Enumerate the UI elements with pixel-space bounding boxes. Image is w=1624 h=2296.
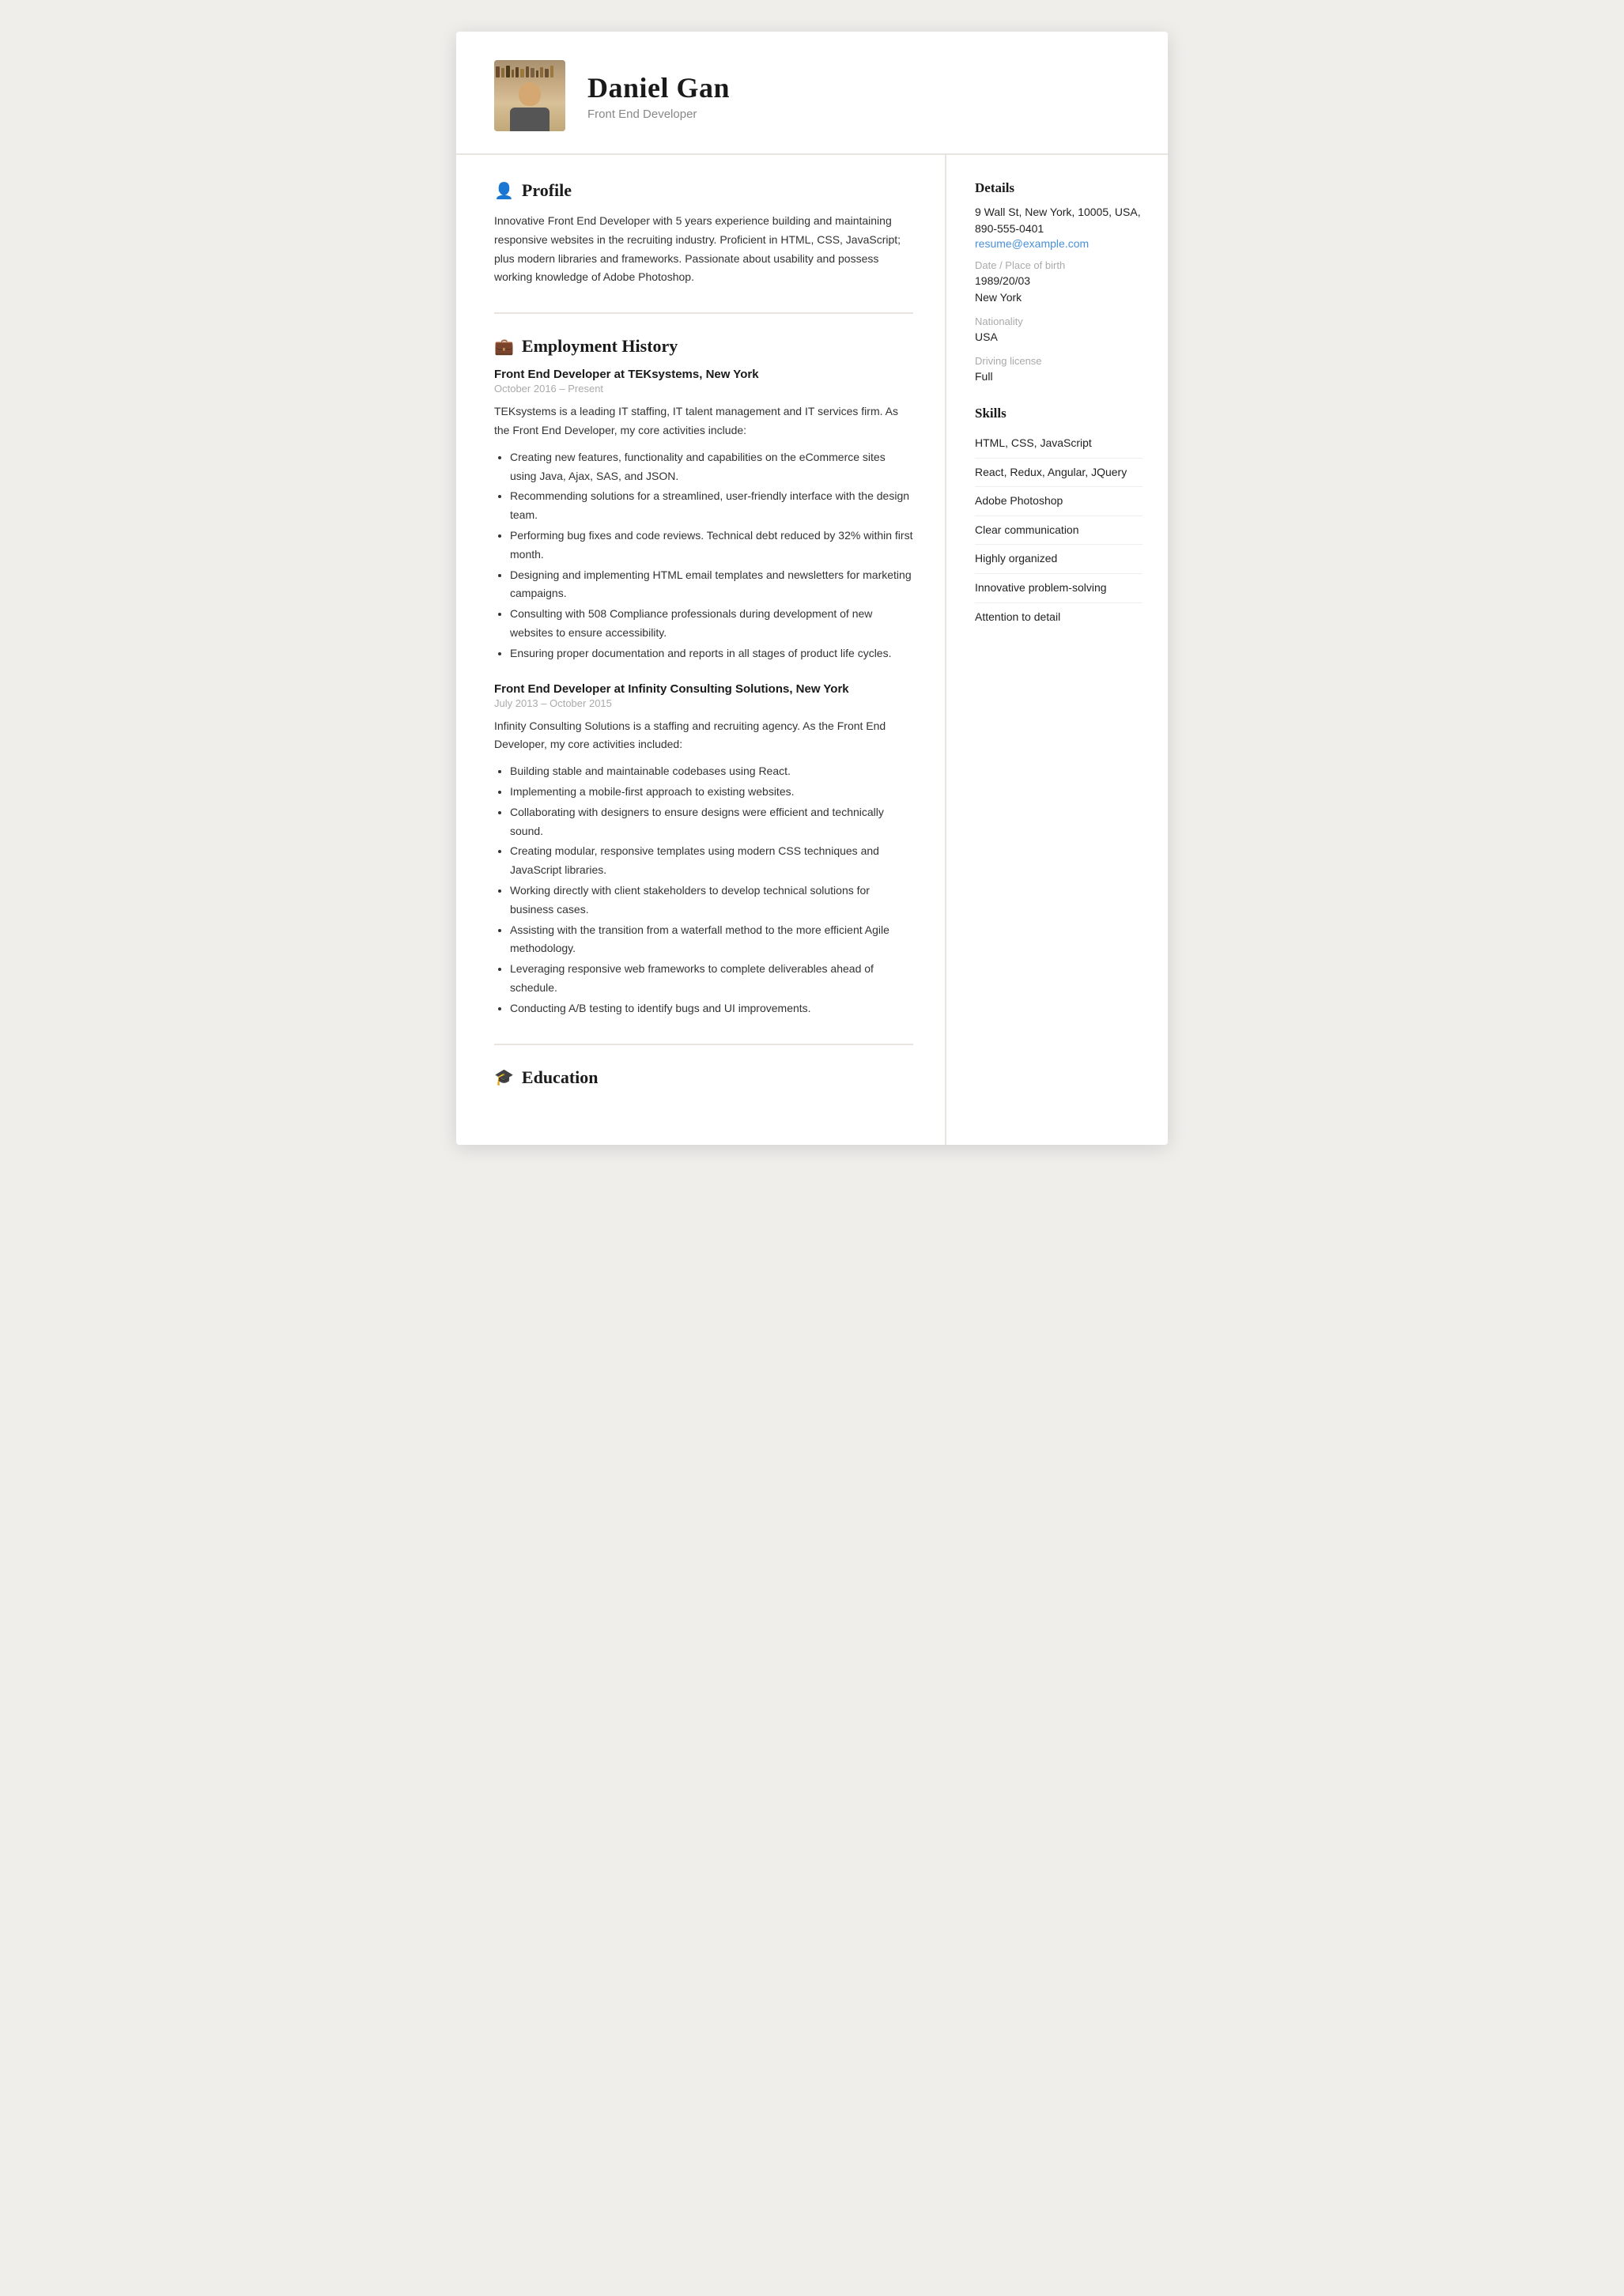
profile-text: Innovative Front End Developer with 5 ye… — [494, 212, 913, 287]
job-bullets-2: Building stable and maintainable codebas… — [494, 762, 913, 1018]
skill-item-3: Adobe Photoshop — [975, 487, 1142, 516]
skill-item-1: HTML, CSS, JavaScript — [975, 429, 1142, 459]
detail-address: 9 Wall St, New York, 10005, USA, — [975, 204, 1142, 221]
details-section: Details 9 Wall St, New York, 10005, USA,… — [975, 180, 1142, 385]
dob-label: Date / Place of birth — [975, 259, 1142, 271]
bullet-2-4: Creating modular, responsive templates u… — [510, 842, 913, 880]
bullet-1-2: Recommending solutions for a streamlined… — [510, 487, 913, 525]
candidate-name: Daniel Gan — [587, 71, 1130, 104]
detail-nationality: USA — [975, 329, 1142, 346]
bullet-2-8: Conducting A/B testing to identify bugs … — [510, 999, 913, 1018]
bullet-1-3: Performing bug fixes and code reviews. T… — [510, 527, 913, 565]
skill-item-6: Innovative problem-solving — [975, 574, 1142, 603]
profile-icon: 👤 — [494, 181, 514, 201]
detail-birthplace: New York — [975, 289, 1142, 306]
candidate-title: Front End Developer — [587, 108, 1130, 121]
education-section: 🎓 Education — [494, 1067, 913, 1088]
detail-dob: 1989/20/03 — [975, 273, 1142, 289]
skill-item-4: Clear communication — [975, 516, 1142, 546]
bullet-1-4: Designing and implementing HTML email te… — [510, 566, 913, 604]
job-bullets-1: Creating new features, functionality and… — [494, 448, 913, 663]
detail-email[interactable]: resume@example.com — [975, 237, 1142, 250]
resume-header: Daniel Gan Front End Developer — [456, 32, 1168, 155]
bullet-2-6: Assisting with the transition from a wat… — [510, 921, 913, 959]
nationality-label: Nationality — [975, 315, 1142, 327]
employment-section: 💼 Employment History Front End Developer… — [494, 336, 913, 1018]
details-title: Details — [975, 180, 1142, 196]
skill-item-2: React, Redux, Angular, JQuery — [975, 459, 1142, 488]
bullet-2-5: Working directly with client stakeholder… — [510, 882, 913, 920]
job-dates-1: October 2016 – Present — [494, 383, 913, 395]
avatar — [494, 60, 565, 131]
skills-section: Skills HTML, CSS, JavaScript React, Redu… — [975, 406, 1142, 631]
bullet-2-2: Implementing a mobile-first approach to … — [510, 783, 913, 802]
header-info: Daniel Gan Front End Developer — [587, 71, 1130, 121]
bullet-1-6: Ensuring proper documentation and report… — [510, 644, 913, 663]
job-dates-2: July 2013 – October 2015 — [494, 697, 913, 709]
body-layout: 👤 Profile Innovative Front End Developer… — [456, 155, 1168, 1145]
left-column: 👤 Profile Innovative Front End Developer… — [456, 155, 946, 1145]
education-section-title: 🎓 Education — [494, 1067, 913, 1088]
divider-1 — [494, 312, 913, 314]
bullet-2-7: Leveraging responsive web frameworks to … — [510, 960, 913, 998]
bullet-1-5: Consulting with 508 Compliance professio… — [510, 605, 913, 643]
resume-card: Daniel Gan Front End Developer 👤 Profile… — [456, 32, 1168, 1145]
detail-driving: Full — [975, 368, 1142, 385]
job-desc-1: TEKsystems is a leading IT staffing, IT … — [494, 402, 913, 440]
bullet-2-3: Collaborating with designers to ensure d… — [510, 803, 913, 841]
skill-item-7: Attention to detail — [975, 603, 1142, 632]
education-icon: 🎓 — [494, 1067, 514, 1087]
profile-section-title: 👤 Profile — [494, 180, 913, 201]
right-column: Details 9 Wall St, New York, 10005, USA,… — [946, 155, 1168, 1145]
bullet-1-1: Creating new features, functionality and… — [510, 448, 913, 486]
bullet-2-1: Building stable and maintainable codebas… — [510, 762, 913, 781]
skill-item-5: Highly organized — [975, 545, 1142, 574]
skills-title: Skills — [975, 406, 1142, 421]
detail-phone: 890-555-0401 — [975, 221, 1142, 237]
job-title-2: Front End Developer at Infinity Consulti… — [494, 682, 913, 696]
employment-icon: 💼 — [494, 337, 514, 357]
employment-section-title: 💼 Employment History — [494, 336, 913, 357]
job-desc-2: Infinity Consulting Solutions is a staff… — [494, 717, 913, 755]
job-entry-2: Front End Developer at Infinity Consulti… — [494, 682, 913, 1018]
divider-2 — [494, 1044, 913, 1045]
job-title-1: Front End Developer at TEKsystems, New Y… — [494, 368, 913, 381]
job-entry-1: Front End Developer at TEKsystems, New Y… — [494, 368, 913, 663]
profile-section: 👤 Profile Innovative Front End Developer… — [494, 180, 913, 287]
driving-label: Driving license — [975, 355, 1142, 367]
